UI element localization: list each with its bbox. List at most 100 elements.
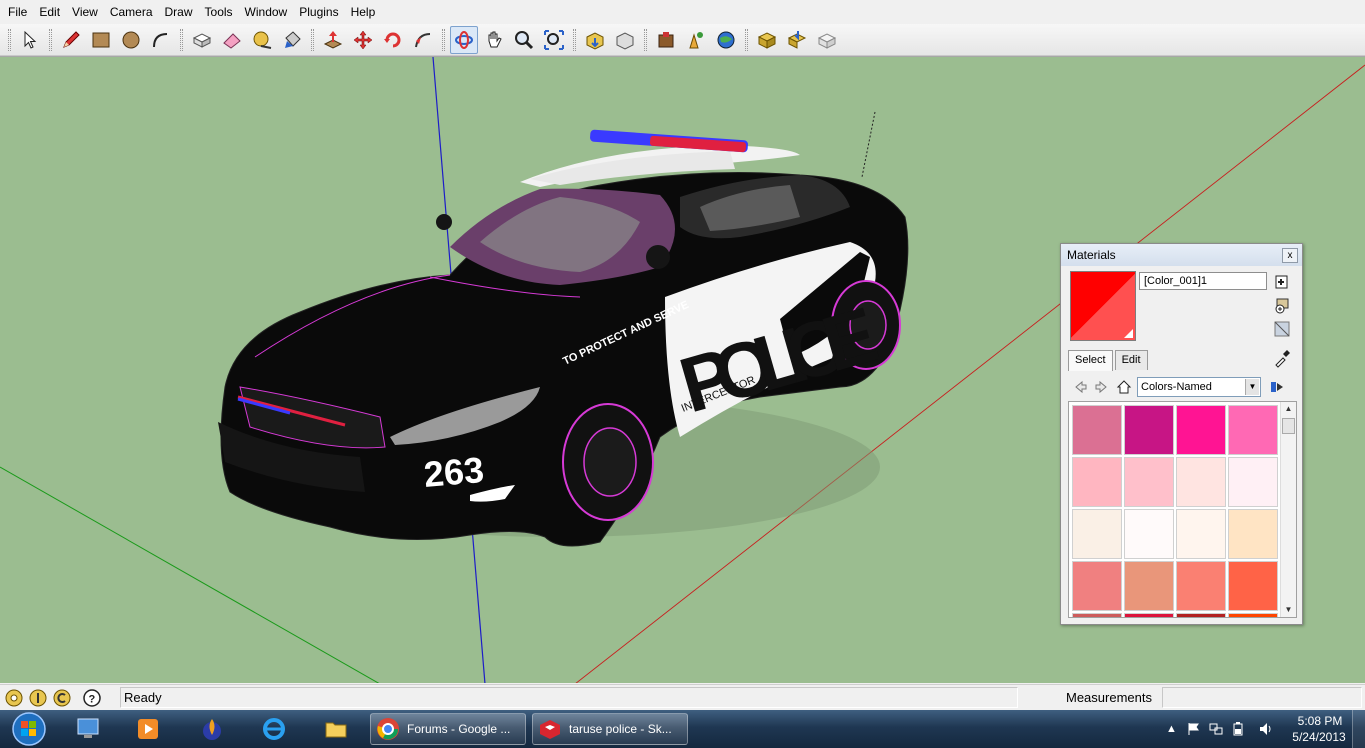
- action-center-icon[interactable]: [1186, 721, 1202, 737]
- scroll-down-icon[interactable]: ▼: [1281, 603, 1296, 617]
- add-location-button[interactable]: [813, 26, 841, 54]
- tape-measure-button[interactable]: [248, 26, 276, 54]
- material-swatch[interactable]: [1176, 457, 1226, 507]
- sketchup-icon: [540, 720, 560, 739]
- credits-icon: [29, 689, 47, 706]
- pan-tool-button[interactable]: [480, 26, 508, 54]
- paint-bucket-button[interactable]: [278, 26, 306, 54]
- material-swatch[interactable]: [1228, 561, 1278, 611]
- google-earth-snapshot-button[interactable]: [712, 26, 740, 54]
- measurements-input[interactable]: [1162, 687, 1362, 708]
- menu-camera[interactable]: Camera: [104, 0, 159, 24]
- pencil-tool-button[interactable]: [57, 26, 85, 54]
- network-icon[interactable]: [1208, 721, 1224, 737]
- copyright-button[interactable]: [52, 688, 72, 708]
- instructor-button[interactable]: ?: [82, 688, 102, 708]
- tab-edit[interactable]: Edit: [1114, 350, 1148, 370]
- police-car-model[interactable]: POLICE TO PROTECT AND SERVE INTERCEPTOR …: [218, 129, 909, 547]
- follow-me-button[interactable]: [409, 26, 437, 54]
- material-swatch[interactable]: [1228, 405, 1278, 455]
- media-player-icon: [138, 719, 158, 739]
- taskbar-pin-computer[interactable]: [64, 713, 112, 745]
- swatch-scrollbar[interactable]: ▲ ▼: [1280, 402, 1296, 617]
- extension-warehouse-button[interactable]: [783, 26, 811, 54]
- volume-icon[interactable]: [1258, 721, 1274, 737]
- geo-location-button[interactable]: [4, 688, 24, 708]
- credits-button[interactable]: [28, 688, 48, 708]
- circle-tool-button[interactable]: [117, 26, 145, 54]
- task-sketchup[interactable]: taruse police - Sk...: [532, 713, 688, 745]
- scroll-up-icon[interactable]: ▲: [1281, 402, 1296, 416]
- eyedropper-icon[interactable]: [1272, 348, 1292, 368]
- eraser-tool-button[interactable]: [218, 26, 246, 54]
- menu-draw[interactable]: Draw: [159, 0, 199, 24]
- tab-select[interactable]: Select: [1068, 350, 1113, 371]
- battery-icon[interactable]: [1230, 721, 1246, 737]
- get-current-view-button[interactable]: [753, 26, 781, 54]
- zoom-tool-button[interactable]: [510, 26, 538, 54]
- push-pull-button[interactable]: [319, 26, 347, 54]
- display-secondary-pane-button[interactable]: [1272, 295, 1292, 315]
- material-swatch[interactable]: [1072, 613, 1122, 617]
- move-tool-button[interactable]: [349, 26, 377, 54]
- material-swatch[interactable]: [1072, 457, 1122, 507]
- material-swatch[interactable]: [1228, 509, 1278, 559]
- share-model-icon: [616, 31, 634, 50]
- toolbar-grip[interactable]: [8, 28, 11, 51]
- material-swatch[interactable]: [1176, 509, 1226, 559]
- rectangle-tool-button[interactable]: [87, 26, 115, 54]
- material-swatch[interactable]: [1072, 405, 1122, 455]
- taskbar-pin-explorer[interactable]: [312, 713, 360, 745]
- share-model-button[interactable]: [611, 26, 639, 54]
- material-swatch[interactable]: [1124, 405, 1174, 455]
- back-button[interactable]: [1069, 377, 1091, 397]
- details-button[interactable]: [1267, 377, 1287, 397]
- material-name-field[interactable]: [Color_001]1: [1139, 272, 1267, 290]
- in-model-button[interactable]: [1113, 377, 1135, 397]
- material-swatch[interactable]: [1072, 561, 1122, 611]
- material-swatch[interactable]: [1176, 561, 1226, 611]
- select-tool-button[interactable]: [16, 26, 44, 54]
- task-chrome[interactable]: Forums - Google ...: [370, 713, 526, 745]
- material-swatch[interactable]: [1124, 457, 1174, 507]
- create-material-button[interactable]: [1272, 271, 1292, 291]
- menu-window[interactable]: Window: [239, 0, 294, 24]
- clock-time[interactable]: 5:08 PM: [1294, 714, 1346, 728]
- clock-date[interactable]: 5/24/2013: [1286, 730, 1352, 744]
- menu-plugins[interactable]: Plugins: [293, 0, 344, 24]
- rotate-tool-button[interactable]: [379, 26, 407, 54]
- material-swatch[interactable]: [1176, 613, 1226, 617]
- menu-view[interactable]: View: [66, 0, 104, 24]
- share-component-button[interactable]: [652, 26, 680, 54]
- forward-button[interactable]: [1091, 377, 1113, 397]
- material-swatch[interactable]: [1176, 405, 1226, 455]
- scroll-thumb[interactable]: [1282, 418, 1295, 434]
- material-swatch[interactable]: [1124, 613, 1174, 617]
- material-swatch[interactable]: [1124, 509, 1174, 559]
- show-desktop-button[interactable]: [1352, 710, 1365, 748]
- arc-tool-button[interactable]: [147, 26, 175, 54]
- orbit-tool-button[interactable]: [450, 25, 478, 54]
- material-swatch[interactable]: [1228, 457, 1278, 507]
- menu-file[interactable]: File: [2, 0, 33, 24]
- collection-select[interactable]: Colors-Named ▼: [1137, 377, 1261, 397]
- google-earth-toggle-button[interactable]: [682, 26, 710, 54]
- menu-tools[interactable]: Tools: [199, 0, 239, 24]
- make-component-button[interactable]: [188, 26, 216, 54]
- menu-edit[interactable]: Edit: [33, 0, 66, 24]
- zoom-extents-button[interactable]: [540, 26, 568, 54]
- material-swatch[interactable]: [1124, 561, 1174, 611]
- taskbar-pin-app[interactable]: [188, 713, 236, 745]
- menu-help[interactable]: Help: [345, 0, 382, 24]
- sample-paint-button[interactable]: [1272, 319, 1292, 339]
- start-button[interactable]: [6, 711, 52, 747]
- taskbar-pin-media-player[interactable]: [124, 713, 172, 745]
- get-models-button[interactable]: [581, 26, 609, 54]
- close-icon[interactable]: x: [1282, 247, 1298, 263]
- materials-title-bar[interactable]: Materials x: [1061, 244, 1302, 266]
- show-hidden-icons-icon[interactable]: ▲: [1166, 721, 1182, 737]
- material-swatch[interactable]: [1072, 509, 1122, 559]
- taskbar-pin-internet-explorer[interactable]: [250, 713, 298, 745]
- measurements-label: Measurements: [1066, 690, 1152, 705]
- material-swatch[interactable]: [1228, 613, 1278, 617]
